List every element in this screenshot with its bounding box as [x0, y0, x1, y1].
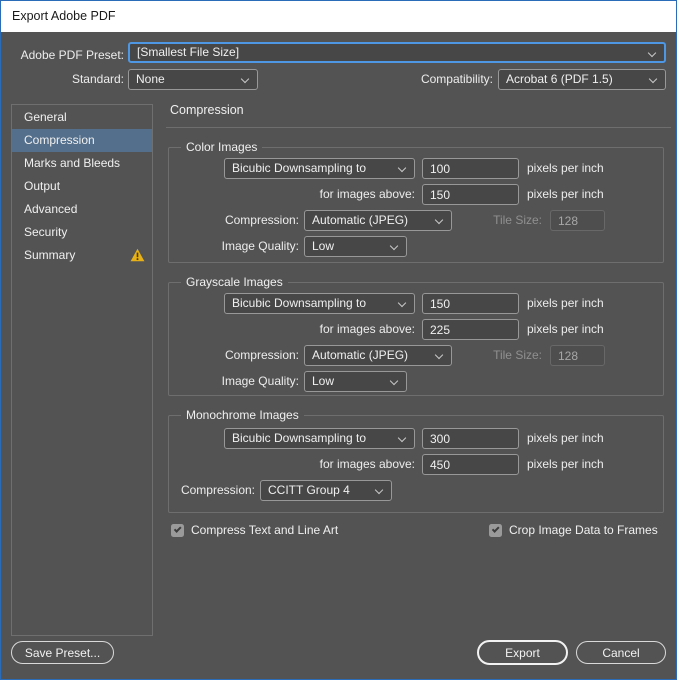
standard-dropdown[interactable]: None — [128, 69, 258, 90]
checkbox-label: Compress Text and Line Art — [191, 523, 339, 537]
group-title: Color Images — [181, 140, 263, 155]
color-sampling-dropdown[interactable]: Bicubic Downsampling to — [224, 158, 415, 179]
checkbox-checked-icon — [489, 523, 502, 537]
chevron-down-icon — [434, 350, 444, 360]
group-title: Monochrome Images — [181, 408, 304, 423]
chevron-down-icon — [434, 215, 444, 225]
chevron-down-icon — [397, 163, 407, 173]
group-title: Grayscale Images — [181, 275, 288, 290]
color-image-quality-value: Low — [312, 239, 335, 253]
tile-size-label: Tile Size: — [493, 213, 542, 227]
color-sampling-value: Bicubic Downsampling to — [232, 161, 367, 175]
for-images-above-label: for images above: — [319, 187, 415, 201]
unit-label: pixels per inch — [527, 322, 604, 336]
unit-label: pixels per inch — [527, 431, 604, 445]
chevron-down-icon — [389, 376, 399, 386]
chevron-down-icon — [389, 241, 399, 251]
color-images-group: Color Images Bicubic Downsampling to pix… — [168, 140, 664, 263]
crop-image-data-checkbox[interactable]: Crop Image Data to Frames — [489, 522, 658, 538]
save-preset-button[interactable]: Save Preset... — [11, 641, 114, 664]
grayscale-images-group: Grayscale Images Bicubic Downsampling to… — [168, 275, 664, 396]
export-button[interactable]: Export — [477, 640, 568, 665]
compression-label: Compression: — [224, 348, 299, 362]
color-image-quality-dropdown[interactable]: Low — [304, 236, 407, 257]
gray-compression-dropdown[interactable]: Automatic (JPEG) — [304, 345, 452, 366]
preset-dropdown[interactable]: [Smallest File Size] — [128, 42, 666, 63]
mono-resolution-input[interactable] — [422, 428, 519, 449]
sidebar-item-label: Summary — [24, 248, 76, 262]
gray-image-quality-value: Low — [312, 374, 335, 388]
compatibility-label: Compatibility: — [420, 72, 493, 86]
sidebar: General Compression Marks and Bleeds Out… — [11, 104, 153, 636]
compatibility-dropdown[interactable]: Acrobat 6 (PDF 1.5) — [498, 69, 666, 90]
color-tile-size-input — [550, 210, 605, 231]
mono-compression-dropdown[interactable]: CCITT Group 4 — [260, 480, 392, 501]
chevron-down-icon — [374, 485, 384, 495]
color-resolution-input[interactable] — [422, 158, 519, 179]
for-images-above-label: for images above: — [319, 322, 415, 336]
dialog-title: Export Adobe PDF — [1, 1, 676, 32]
gray-image-quality-dropdown[interactable]: Low — [304, 371, 407, 392]
compatibility-dropdown-value: Acrobat 6 (PDF 1.5) — [506, 72, 613, 86]
unit-label: pixels per inch — [527, 187, 604, 201]
chevron-down-icon — [397, 433, 407, 443]
monochrome-images-group: Monochrome Images Bicubic Downsampling t… — [168, 408, 664, 513]
image-quality-label: Image Quality: — [221, 239, 299, 253]
compression-label: Compression: — [180, 483, 255, 497]
chevron-down-icon — [648, 74, 658, 84]
mono-compression-value: CCITT Group 4 — [268, 483, 350, 497]
sidebar-item-general[interactable]: General — [12, 106, 152, 129]
sidebar-item-compression[interactable]: Compression — [12, 129, 152, 152]
compress-text-checkbox[interactable]: Compress Text and Line Art — [171, 522, 338, 538]
compression-label: Compression: — [224, 213, 299, 227]
sidebar-item-security[interactable]: Security — [12, 221, 152, 244]
gray-resolution-input[interactable] — [422, 293, 519, 314]
chevron-down-icon — [647, 48, 657, 58]
sidebar-item-summary[interactable]: Summary — [12, 244, 152, 267]
chevron-down-icon — [397, 298, 407, 308]
warning-icon — [130, 248, 145, 262]
for-images-above-label: for images above: — [319, 457, 415, 471]
checkbox-label: Crop Image Data to Frames — [509, 523, 658, 537]
unit-label: pixels per inch — [527, 457, 604, 471]
sidebar-item-marks-and-bleeds[interactable]: Marks and Bleeds — [12, 152, 152, 175]
mono-threshold-input[interactable] — [422, 454, 519, 475]
gray-compression-value: Automatic (JPEG) — [312, 348, 409, 362]
preset-label: Adobe PDF Preset: — [20, 48, 124, 62]
image-quality-label: Image Quality: — [221, 374, 299, 388]
gray-threshold-input[interactable] — [422, 319, 519, 340]
preset-dropdown-value: [Smallest File Size] — [137, 45, 240, 59]
export-adobe-pdf-dialog: Export Adobe PDF Adobe PDF Preset: [Smal… — [0, 0, 677, 680]
color-compression-dropdown[interactable]: Automatic (JPEG) — [304, 210, 452, 231]
sidebar-item-advanced[interactable]: Advanced — [12, 198, 152, 221]
panel-heading: Compression — [170, 103, 244, 117]
mono-sampling-dropdown[interactable]: Bicubic Downsampling to — [224, 428, 415, 449]
color-compression-value: Automatic (JPEG) — [312, 213, 409, 227]
unit-label: pixels per inch — [527, 296, 604, 310]
checkbox-checked-icon — [171, 523, 184, 537]
heading-divider — [166, 127, 671, 128]
tile-size-label: Tile Size: — [493, 348, 542, 362]
gray-sampling-value: Bicubic Downsampling to — [232, 296, 367, 310]
mono-sampling-value: Bicubic Downsampling to — [232, 431, 367, 445]
color-threshold-input[interactable] — [422, 184, 519, 205]
chevron-down-icon — [240, 74, 250, 84]
gray-tile-size-input — [550, 345, 605, 366]
gray-sampling-dropdown[interactable]: Bicubic Downsampling to — [224, 293, 415, 314]
sidebar-item-output[interactable]: Output — [12, 175, 152, 198]
cancel-button[interactable]: Cancel — [576, 641, 666, 664]
unit-label: pixels per inch — [527, 161, 604, 175]
standard-dropdown-value: None — [136, 72, 165, 86]
standard-label: Standard: — [71, 72, 124, 86]
